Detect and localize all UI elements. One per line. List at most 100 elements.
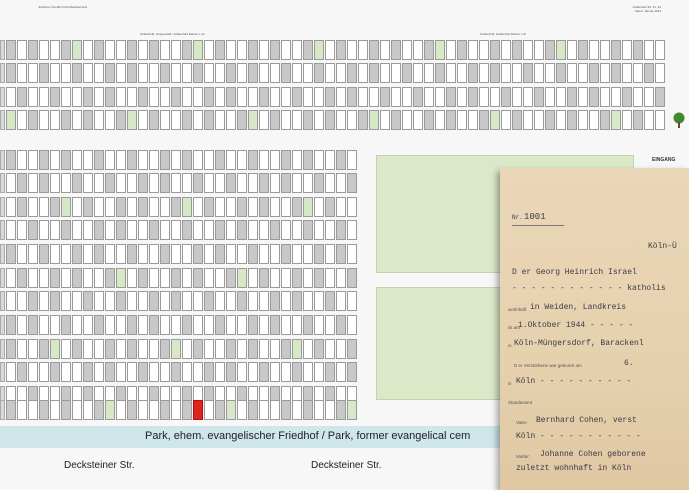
grave-plot <box>39 220 49 240</box>
grave-plot <box>336 315 346 335</box>
grave-plot <box>435 63 445 83</box>
grave-plot <box>259 63 269 83</box>
grave-plot <box>116 197 126 217</box>
grave-plot <box>347 110 357 130</box>
grave-plot <box>127 220 137 240</box>
grave-plot <box>83 197 93 217</box>
grave-plot <box>237 150 247 170</box>
grave-plot <box>6 400 16 420</box>
grave-plot <box>116 220 126 240</box>
grave-plot <box>270 244 280 264</box>
grave-plot <box>61 291 71 311</box>
grave-plot <box>655 110 665 130</box>
grave-plot <box>347 339 357 359</box>
grave-plot <box>248 291 258 311</box>
grave-plot <box>226 268 236 288</box>
grave-plot <box>413 63 423 83</box>
grave-plot <box>501 87 511 107</box>
grave-plot <box>270 268 280 288</box>
grave-plot <box>72 110 82 130</box>
grave-plot <box>160 244 170 264</box>
grave-plot <box>17 339 27 359</box>
grave-plot <box>149 315 159 335</box>
grave-plot <box>622 63 632 83</box>
grave-plot <box>248 244 258 264</box>
grave-plot <box>281 173 291 193</box>
grave-plot <box>17 362 27 382</box>
grave-plot <box>61 150 71 170</box>
row-label <box>0 87 5 107</box>
grave-plot <box>94 63 104 83</box>
grave-plot <box>446 40 456 60</box>
grave-plot <box>160 268 170 288</box>
grave-plot <box>127 87 137 107</box>
grave-plot <box>556 63 566 83</box>
grave-plot <box>248 339 258 359</box>
grave-plot <box>589 40 599 60</box>
grave-plot <box>127 63 137 83</box>
grave-plot <box>160 220 170 240</box>
grave-plot <box>270 339 280 359</box>
grave-plot <box>138 268 148 288</box>
grave-plot <box>347 244 357 264</box>
grave-plot <box>116 244 126 264</box>
grave-plot <box>369 63 379 83</box>
grave-plot <box>578 40 588 60</box>
grave-plot <box>39 150 49 170</box>
grave-plot <box>204 362 214 382</box>
grave-plot <box>6 220 16 240</box>
grave-plot <box>83 400 93 420</box>
grave-plot <box>534 63 544 83</box>
grave-plot <box>116 315 126 335</box>
grave-plot <box>94 291 104 311</box>
grave-plot <box>204 339 214 359</box>
grave-plot <box>655 63 665 83</box>
grave-plot <box>28 244 38 264</box>
grave-plot <box>303 362 313 382</box>
grave-plot <box>50 220 60 240</box>
grave-plot <box>336 173 346 193</box>
grave-plot <box>226 173 236 193</box>
grave-plot <box>61 87 71 107</box>
grave-plot <box>248 110 258 130</box>
grave-plot <box>237 40 247 60</box>
grave-plot <box>193 40 203 60</box>
row-label <box>0 197 5 217</box>
grave-plot <box>61 197 71 217</box>
grave-plot <box>281 244 291 264</box>
grave-plot <box>292 110 302 130</box>
grave-plot <box>72 315 82 335</box>
grave-plot <box>72 362 82 382</box>
grave-row <box>6 150 357 170</box>
grave-plot <box>325 339 335 359</box>
grave-plot <box>182 244 192 264</box>
grave-plot <box>193 400 203 420</box>
grave-plot <box>39 362 49 382</box>
grave-plot <box>479 63 489 83</box>
grave-plot <box>94 40 104 60</box>
birth-place-label: in <box>508 381 512 386</box>
grave-plot <box>61 315 71 335</box>
grave-plot <box>204 197 214 217</box>
father-line: Bernhard Cohen, verst <box>536 416 637 425</box>
grave-plot <box>237 268 247 288</box>
grave-plot <box>72 173 82 193</box>
grave-plot <box>336 400 346 420</box>
grave-plot <box>182 63 192 83</box>
grave-plot <box>50 244 60 264</box>
grave-plot <box>369 40 379 60</box>
grave-plot <box>655 40 665 60</box>
grave-plot <box>6 150 16 170</box>
grave-plot <box>303 87 313 107</box>
row-label <box>0 400 5 420</box>
grave-plot <box>204 244 214 264</box>
grave-plot <box>28 63 38 83</box>
park-label: Park, ehem. evangelischer Friedhof / Par… <box>145 430 471 442</box>
grave-plot <box>94 197 104 217</box>
grave-plot <box>259 244 269 264</box>
grave-plot <box>94 339 104 359</box>
grave-plot <box>380 110 390 130</box>
grave-plot <box>127 150 137 170</box>
grave-plot <box>589 87 599 107</box>
grave-plot <box>226 87 236 107</box>
